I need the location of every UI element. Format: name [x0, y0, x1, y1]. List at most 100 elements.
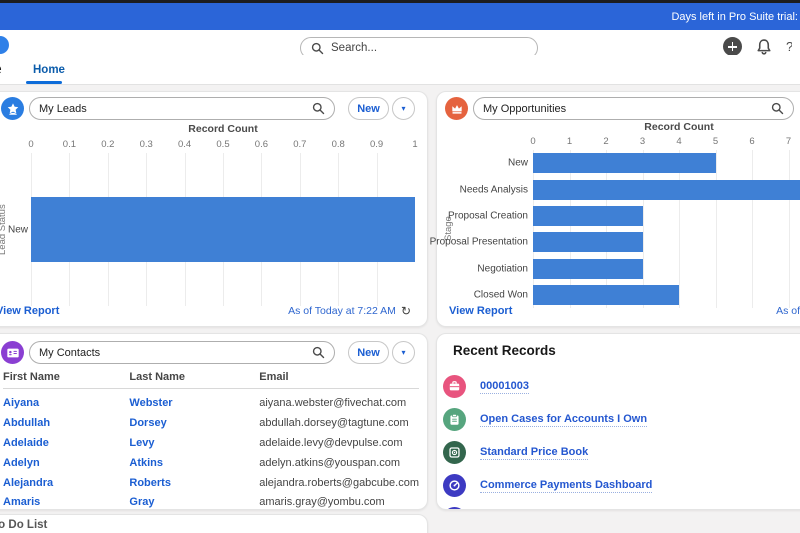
bar[interactable]	[533, 153, 716, 174]
gridline	[679, 150, 680, 308]
clipboard-icon	[443, 408, 466, 431]
price-book-icon	[443, 441, 466, 464]
x-tick-label: 0.6	[254, 139, 268, 150]
x-tick-label: 0.3	[139, 139, 153, 150]
partial-icon[interactable]: ?	[786, 39, 792, 55]
plus-icon[interactable]	[723, 37, 742, 56]
contact-email: alejandra.roberts@gabcube.com	[259, 476, 419, 489]
contact-first-name-link[interactable]: Aiyana	[3, 397, 39, 409]
search-icon[interactable]	[312, 346, 325, 359]
todo-list-card: To Do List	[0, 514, 428, 533]
x-tick-label: 0.4	[177, 139, 192, 150]
x-tick-label: 4	[676, 136, 682, 147]
nav-bar: ne Home	[0, 55, 800, 85]
contact-last-name-link[interactable]: Dorsey	[129, 417, 166, 429]
leads-more-actions-button[interactable]: ▾	[392, 97, 415, 120]
chart-axis-title: Record Count	[188, 123, 258, 135]
chevron-down-icon: ▾	[401, 104, 406, 113]
x-tick-label: 6	[749, 136, 755, 147]
contact-first-name-link[interactable]: Alejandra	[3, 477, 53, 489]
search-icon[interactable]	[771, 102, 784, 115]
contacts-listview-name: My Contacts	[39, 346, 101, 359]
list-item-partial	[443, 502, 800, 509]
x-tick-label: 0	[28, 139, 34, 150]
category-label: Proposal Presentation	[429, 236, 528, 248]
refresh-icon[interactable]: ↻	[401, 304, 411, 318]
contact-last-name-link[interactable]: Webster	[129, 397, 172, 409]
table-row: Amaris Gray amaris.gray@yombu.com	[3, 492, 419, 509]
chevron-down-icon: ▾	[401, 348, 406, 357]
column-header-last-name[interactable]: Last Name	[129, 367, 260, 389]
lead-star-icon	[1, 97, 24, 120]
trial-banner-text: Days left in Pro Suite trial:	[671, 10, 798, 23]
search-icon[interactable]	[312, 102, 325, 115]
contact-card-icon	[1, 341, 24, 364]
recent-records-list: 00001003 Open Cases for Accounts I Own Sta…	[443, 370, 800, 509]
recent-record-link[interactable]: Commerce Payments Dashboard	[480, 479, 653, 493]
contact-first-name-link[interactable]: Amaris	[3, 496, 40, 508]
contact-email: aiyana.webster@fivechat.com	[259, 396, 407, 409]
opportunities-bar-chart	[533, 150, 800, 308]
global-search-placeholder: Search...	[331, 42, 378, 54]
as-of-timestamp: As of Today at 7:22 AM	[776, 305, 800, 317]
bar[interactable]	[533, 232, 643, 253]
column-header-first-name[interactable]: First Name	[3, 367, 130, 389]
opportunities-listview-selector[interactable]: My Opportunities	[473, 97, 794, 120]
list-item: Standard Price Book	[443, 436, 800, 469]
bar[interactable]	[533, 284, 679, 305]
x-tick-label: 0.9	[369, 139, 384, 150]
recent-records-card: Recent Records 00001003 Open Cases for Ac…	[436, 333, 800, 510]
view-report-link[interactable]: View Report	[449, 305, 512, 317]
leads-listview-selector[interactable]: My Leads	[29, 97, 335, 120]
gridline	[788, 150, 790, 308]
x-tick-label: 7	[785, 136, 792, 147]
bar[interactable]	[533, 205, 643, 226]
list-item: 00001003	[443, 370, 800, 403]
contact-last-name-link[interactable]: Gray	[129, 496, 154, 508]
chart-x-ticks: 0 1 2 3 4 5 6 7	[530, 136, 800, 148]
x-tick-label: 1	[566, 136, 573, 147]
cloud-logo-partial	[0, 36, 9, 54]
opportunities-listview-name: My Opportunities	[483, 102, 567, 115]
contact-first-name-link[interactable]: Adelyn	[3, 457, 40, 469]
contact-last-name-link[interactable]: Atkins	[129, 457, 163, 469]
recent-record-link[interactable]: 00001003	[480, 380, 529, 394]
contacts-more-actions-button[interactable]: ▾	[392, 341, 415, 364]
contact-email: adelyn.atkins@youspan.com	[259, 456, 401, 469]
x-tick-label: 1	[412, 139, 418, 150]
bar[interactable]	[533, 258, 643, 279]
gauge-icon	[443, 507, 466, 509]
x-tick-label: 3	[639, 136, 646, 147]
bar[interactable]	[31, 197, 415, 262]
list-item: Commerce Payments Dashboard	[443, 469, 800, 502]
contact-first-name-link[interactable]: Adelaide	[3, 437, 49, 449]
bell-icon[interactable]	[755, 38, 773, 56]
recent-record-link[interactable]: Standard Price Book	[480, 446, 589, 460]
category-label: Closed Won	[473, 289, 528, 301]
my-opportunities-card: My Opportunities New ▾ Record Count 0123…	[430, 91, 800, 327]
x-tick-label: 5	[712, 136, 719, 147]
my-leads-card: My Leads New ▾ Record Count 0 0.1 0.2 0.3 0.…	[0, 91, 428, 327]
contact-last-name-link[interactable]: Levy	[129, 437, 154, 449]
leads-new-button[interactable]: New	[348, 97, 389, 120]
category-label: New	[7, 224, 28, 235]
table-row: Adelaide Levy adelaide.levy@devpulse.com	[3, 433, 419, 453]
column-header-email[interactable]: Email	[259, 367, 419, 389]
contact-first-name-link[interactable]: Abdullah	[3, 417, 50, 429]
contact-email: adelaide.levy@devpulse.com	[259, 436, 403, 449]
contacts-new-button[interactable]: New	[348, 341, 389, 364]
as-of-timestamp: As of Today at 7:22 AM	[288, 305, 396, 317]
chart-category-labels: New	[0, 153, 28, 306]
contacts-listview-selector[interactable]: My Contacts	[29, 341, 335, 364]
contact-email: abdullah.dorsey@tagtune.com	[259, 416, 409, 429]
view-report-link[interactable]: View Report	[0, 305, 59, 317]
table-row: Alejandra Roberts alejandra.roberts@gabcub…	[3, 473, 419, 493]
x-tick-label: 0.1	[62, 139, 76, 150]
gridline	[752, 150, 753, 308]
contact-last-name-link[interactable]: Roberts	[129, 477, 171, 489]
bar[interactable]	[533, 179, 800, 200]
chart-category-labels: New Needs Analysis Proposal Creation Propos…	[430, 150, 528, 308]
tab-home[interactable]: Home	[33, 64, 65, 76]
gauge-icon	[443, 474, 466, 497]
recent-record-link[interactable]: Open Cases for Accounts I Own	[480, 413, 648, 427]
